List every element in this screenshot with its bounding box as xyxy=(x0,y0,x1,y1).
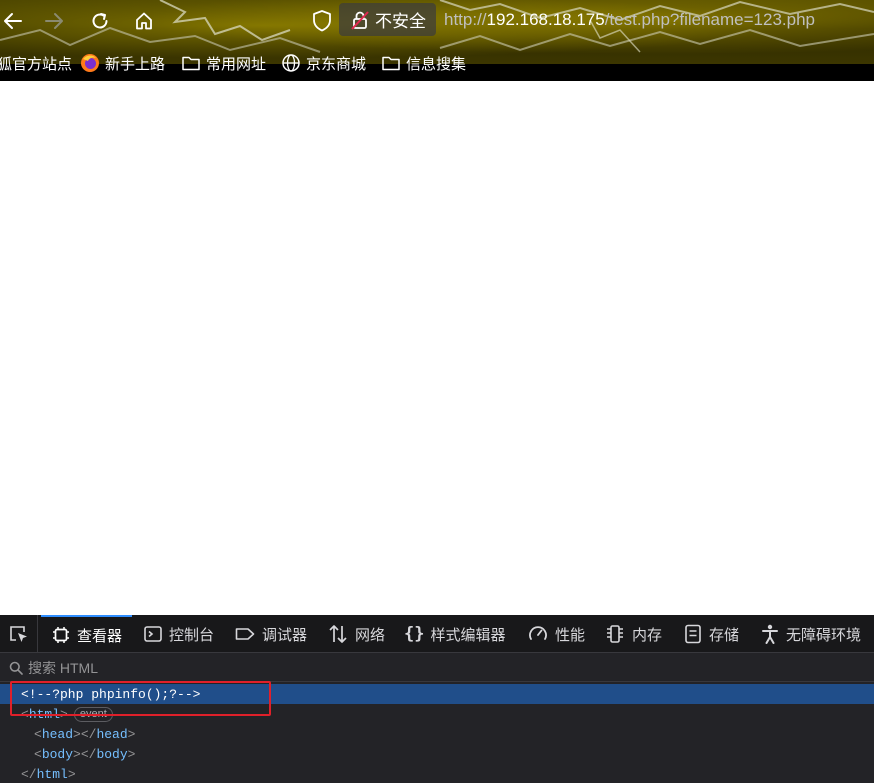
tab-memory[interactable]: 内存 xyxy=(604,615,662,653)
bookmark-label: 新手上路 xyxy=(105,55,166,73)
back-button[interactable] xyxy=(0,8,26,34)
tab-label: 调试器 xyxy=(262,626,308,644)
tab-label: 存储 xyxy=(709,626,740,644)
memory-icon xyxy=(607,625,623,643)
tag-name: body xyxy=(41,746,74,762)
folder-icon xyxy=(382,56,400,71)
tab-debugger[interactable]: 调试器 xyxy=(234,615,307,653)
storage-icon xyxy=(685,624,701,644)
tab-storage[interactable]: 存储 xyxy=(683,615,739,653)
bookmark-item-getting-started[interactable]: 新手上路 xyxy=(80,52,165,74)
tab-label: 控制台 xyxy=(169,626,215,644)
red-annotation-box xyxy=(10,681,271,716)
tree-node-head[interactable]: < head ></head > xyxy=(0,724,874,744)
tree-node-html-close[interactable]: </html > xyxy=(0,764,874,784)
tag-name: body xyxy=(96,746,128,762)
tab-label: 查看器 xyxy=(77,627,123,645)
search-icon xyxy=(9,661,23,675)
site-security-indicator[interactable]: 不安全 xyxy=(339,3,436,36)
html-search-bar xyxy=(0,654,874,682)
tab-label: 网络 xyxy=(355,626,386,644)
url-path: /test.php?filename=123.php xyxy=(604,10,816,29)
forward-button[interactable] xyxy=(41,8,67,34)
bookmark-item-info-gathering[interactable]: 信息搜集 xyxy=(381,52,466,74)
bookmark-item-common-sites[interactable]: 常用网址 xyxy=(181,52,266,74)
devtools-tab-bar: 查看器 控制台 调试器 网络 {} 样式编辑器 性能 内存 存储 无障碍环境 xyxy=(0,615,874,653)
style-editor-icon: {} xyxy=(404,624,425,644)
globe-icon xyxy=(282,54,300,72)
tracking-protection-button[interactable] xyxy=(311,9,333,38)
bookmark-label: 信息搜集 xyxy=(406,55,467,73)
url-prefix: http:// xyxy=(444,10,487,29)
insecure-lock-icon xyxy=(351,10,369,30)
forward-arrow-icon xyxy=(45,13,63,29)
tab-style-editor[interactable]: {} 样式编辑器 xyxy=(404,615,506,653)
network-icon xyxy=(329,625,347,643)
reload-button[interactable] xyxy=(87,8,113,34)
bookmark-label: 京东商城 xyxy=(306,55,367,73)
home-icon xyxy=(136,12,152,30)
tab-console[interactable]: 控制台 xyxy=(143,615,214,653)
tab-label: 内存 xyxy=(632,626,663,644)
tab-performance[interactable]: 性能 xyxy=(527,615,585,653)
tab-accessibility[interactable]: 无障碍环境 xyxy=(760,615,861,653)
html-search-input[interactable] xyxy=(28,659,328,676)
url-bar[interactable]: http://192.168.18.175/test.php?filename=… xyxy=(444,10,815,30)
back-arrow-icon xyxy=(4,13,22,29)
bookmark-label: 狐官方站点 xyxy=(0,55,73,73)
tag-name: head xyxy=(96,726,128,742)
url-host: 192.168.18.175 xyxy=(486,10,605,29)
page-content xyxy=(0,81,874,615)
tree-node-body[interactable]: < body ></body > xyxy=(0,744,874,764)
home-button[interactable] xyxy=(131,8,157,34)
element-picker-icon xyxy=(9,626,27,642)
inspector-icon xyxy=(53,627,69,643)
accessibility-icon xyxy=(762,624,778,644)
bookmark-item-official-site[interactable]: 狐官方站点 xyxy=(0,52,72,74)
element-picker-button[interactable] xyxy=(0,615,38,653)
tab-label: 样式编辑器 xyxy=(430,626,506,644)
security-label: 不安全 xyxy=(375,12,426,31)
bookmark-item-jd-mall[interactable]: 京东商城 xyxy=(281,52,366,74)
firefox-icon xyxy=(81,54,99,72)
bookmark-label: 常用网址 xyxy=(206,55,267,73)
console-icon xyxy=(144,626,162,642)
debugger-icon xyxy=(235,628,255,640)
tab-label: 性能 xyxy=(555,626,586,644)
folder-icon xyxy=(182,56,200,71)
reload-icon xyxy=(92,13,108,29)
shield-icon xyxy=(313,10,331,32)
tag-name: html xyxy=(36,766,68,782)
tab-label: 无障碍环境 xyxy=(786,626,862,644)
tab-network[interactable]: 网络 xyxy=(327,615,385,653)
performance-icon xyxy=(529,626,547,640)
tab-inspector[interactable]: 查看器 xyxy=(41,615,133,653)
tag-name: head xyxy=(41,726,74,742)
